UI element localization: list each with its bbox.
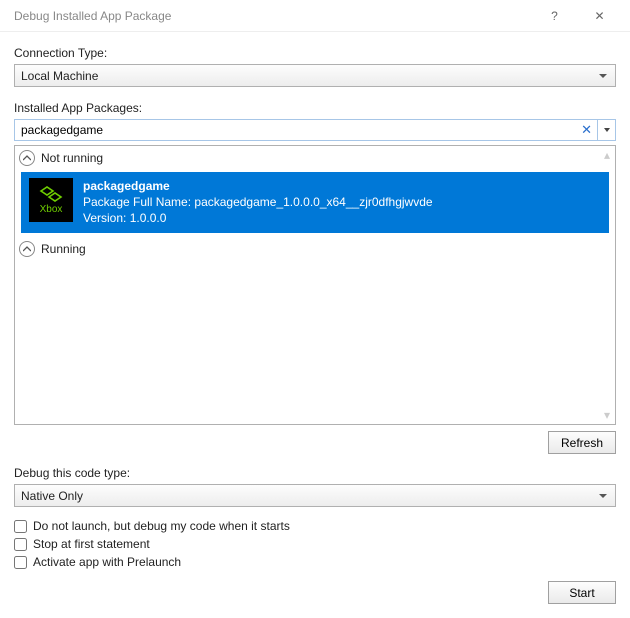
checkbox-prelaunch-label: Activate app with Prelaunch [33, 555, 181, 569]
chevron-up-icon [19, 150, 35, 166]
checkbox-prelaunch[interactable]: Activate app with Prelaunch [14, 553, 616, 571]
installed-packages-label: Installed App Packages: [14, 101, 616, 115]
help-button[interactable]: ? [532, 1, 577, 31]
clear-search-icon[interactable]: ✕ [581, 122, 592, 138]
package-list[interactable]: ▴▾ Not running Xbox [14, 145, 616, 425]
checkbox-do-not-launch-input[interactable] [14, 520, 27, 533]
chevron-up-icon [19, 241, 35, 257]
package-search-input[interactable] [14, 119, 598, 141]
search-dropdown-button[interactable] [598, 119, 616, 141]
group-not-running-label: Not running [41, 151, 103, 165]
refresh-button[interactable]: Refresh [548, 431, 616, 454]
package-search-row: ✕ [14, 119, 616, 141]
group-running[interactable]: Running [15, 237, 615, 261]
xbox-icon: Xbox [29, 178, 73, 222]
group-running-label: Running [41, 242, 86, 256]
titlebar: Debug Installed App Package ? ✕ [0, 0, 630, 32]
package-fullname-value: packagedgame_1.0.0.0_x64__zjr0dfhgjwvde [194, 195, 432, 209]
help-icon: ? [551, 9, 558, 23]
connection-type-combo[interactable]: Local Machine [14, 64, 616, 87]
close-button[interactable]: ✕ [577, 1, 622, 31]
checkbox-stop-first[interactable]: Stop at first statement [14, 535, 616, 553]
checkbox-do-not-launch[interactable]: Do not launch, but debug my code when it… [14, 517, 616, 535]
group-not-running[interactable]: Not running [15, 146, 615, 170]
checkbox-stop-first-label: Stop at first statement [33, 537, 150, 551]
connection-type-value: Local Machine [21, 69, 98, 83]
checkbox-stop-first-input[interactable] [14, 538, 27, 551]
connection-type-label: Connection Type: [14, 46, 616, 60]
start-button[interactable]: Start [548, 581, 616, 604]
debug-code-type-combo[interactable]: Native Only [14, 484, 616, 507]
close-icon: ✕ [594, 9, 604, 23]
package-version-value: 1.0.0.0 [130, 211, 167, 225]
dialog-content: Connection Type: Local Machine Installed… [0, 32, 630, 618]
package-item[interactable]: Xbox packagedgame Package Full Name: pac… [21, 172, 609, 233]
debug-code-type-label: Debug this code type: [14, 466, 616, 480]
platform-icon-label: Xbox [40, 204, 63, 215]
package-info: packagedgame Package Full Name: packaged… [83, 178, 433, 227]
package-name: packagedgame [83, 178, 433, 194]
window-title: Debug Installed App Package [14, 9, 532, 23]
debug-code-type-value: Native Only [21, 489, 83, 503]
checkbox-prelaunch-input[interactable] [14, 556, 27, 569]
checkbox-do-not-launch-label: Do not launch, but debug my code when it… [33, 519, 290, 533]
package-version-label: Version: [83, 211, 126, 225]
package-fullname-label: Package Full Name: [83, 195, 191, 209]
